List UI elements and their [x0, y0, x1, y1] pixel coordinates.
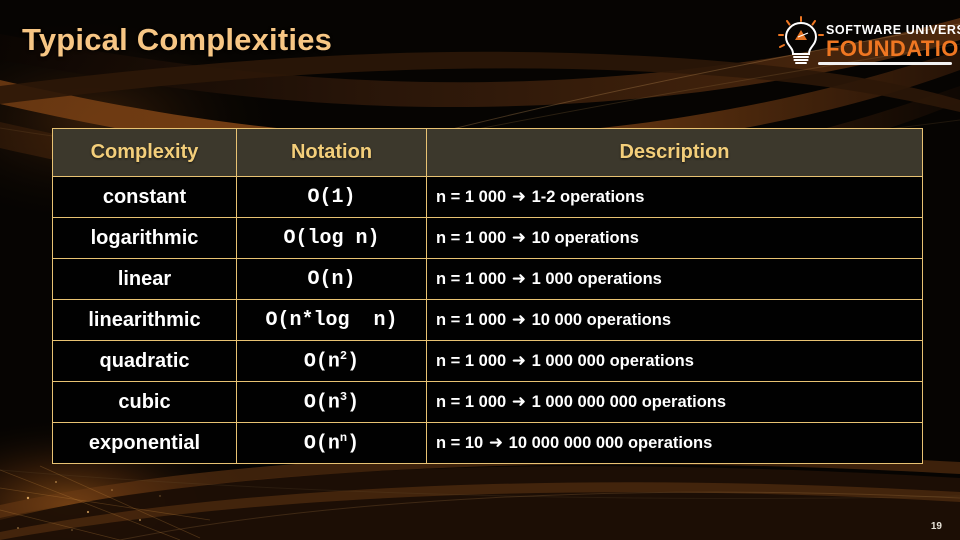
cell-notation: O(n*log n): [236, 299, 427, 341]
cell-description: n = 1 000 ➜ 10 000 operations: [426, 299, 923, 341]
logo-underline: [818, 62, 952, 65]
table-body: constant O(1) n = 1 000 ➜ 1-2 operations lo…: [52, 176, 923, 464]
column-header-description: Description: [426, 128, 923, 177]
notation-exponent: n: [339, 430, 348, 445]
cell-complexity: cubic: [52, 381, 237, 423]
description-prefix: n = 1 000: [436, 188, 511, 206]
right-arrow-icon: ➜: [511, 187, 527, 207]
table-row: quadratic O(n2) n = 1 000 ➜ 1 000 000 oper…: [52, 340, 923, 382]
notation-exponent: 2: [339, 348, 348, 363]
page-title: Typical Complexities: [22, 22, 333, 57]
description-suffix: 10 operations: [527, 229, 639, 247]
cell-complexity: linear: [52, 258, 237, 300]
table-row: exponential O(nn) n = 10 ➜ 10 000 000 000 …: [52, 422, 923, 464]
table-row: logarithmic O(log n) n = 1 000 ➜ 10 operat…: [52, 217, 923, 259]
table-row: cubic O(n3) n = 1 000 ➜ 1 000 000 000 oper…: [52, 381, 923, 423]
cell-description: n = 1 000 ➜ 1-2 operations: [426, 176, 923, 218]
cell-notation: O(1): [236, 176, 427, 218]
right-arrow-icon: ➜: [511, 228, 527, 248]
cell-notation: O(nn): [236, 422, 427, 464]
cell-description: n = 1 000 ➜ 10 operations: [426, 217, 923, 259]
cell-complexity: exponential: [52, 422, 237, 464]
right-arrow-icon: ➜: [511, 269, 527, 289]
right-arrow-icon: ➜: [511, 310, 527, 330]
table-header-row: Complexity Notation Description: [52, 128, 923, 177]
cell-complexity: linearithmic: [52, 299, 237, 341]
cell-notation: O(n): [236, 258, 427, 300]
description-suffix: 1 000 000 000 operations: [527, 393, 727, 411]
lightbulb-icon: [778, 16, 824, 64]
notation-base: O(n: [303, 432, 340, 456]
cell-notation: O(log n): [236, 217, 427, 259]
description-prefix: n = 1 000: [436, 311, 511, 329]
cell-description: n = 1 000 ➜ 1 000 000 operations: [426, 340, 923, 382]
cell-notation: O(n3): [236, 381, 427, 423]
typical-complexities-table: Complexity Notation Description constant…: [52, 128, 923, 464]
column-header-complexity: Complexity: [52, 128, 237, 177]
description-suffix: 1 000 operations: [527, 270, 662, 288]
cell-complexity: logarithmic: [52, 217, 237, 259]
description-prefix: n = 1 000: [436, 270, 511, 288]
logo-line-foundation: FOUNDATION: [826, 35, 960, 61]
cell-description: n = 1 000 ➜ 1 000 000 000 operations: [426, 381, 923, 423]
notation-tail: ): [347, 432, 360, 456]
logo-line-software-university: SOFTWARE UNIVERSITY: [826, 22, 960, 37]
description-suffix: 1 000 000 operations: [527, 352, 694, 370]
notation-base: O(n: [303, 391, 340, 415]
slide-canvas: Typical Complexities SOFTWARE UNIVERSITY: [0, 0, 960, 540]
description-suffix: 10 000 operations: [527, 311, 671, 329]
page-number: 19: [930, 521, 942, 532]
cell-description: n = 1 000 ➜ 1 000 operations: [426, 258, 923, 300]
notation-base: O(n: [303, 350, 340, 374]
software-university-foundation-logo: SOFTWARE UNIVERSITY FOUNDATION: [778, 12, 960, 70]
notation-exponent: 3: [339, 389, 348, 404]
right-arrow-icon: ➜: [511, 392, 527, 412]
description-prefix: n = 1 000: [436, 229, 511, 247]
right-arrow-icon: ➜: [511, 351, 527, 371]
description-suffix: 10 000 000 000 operations: [504, 434, 713, 452]
description-prefix: n = 1 000: [436, 393, 511, 411]
description-prefix: n = 1 000: [436, 352, 511, 370]
cell-complexity: quadratic: [52, 340, 237, 382]
table-row: linear O(n) n = 1 000 ➜ 1 000 operations: [52, 258, 923, 300]
table-row: constant O(1) n = 1 000 ➜ 1-2 operations: [52, 176, 923, 218]
description-suffix: 1-2 operations: [527, 188, 645, 206]
cell-description: n = 10 ➜ 10 000 000 000 operations: [426, 422, 923, 464]
right-arrow-icon: ➜: [488, 433, 504, 453]
notation-tail: ): [347, 391, 360, 415]
column-header-notation: Notation: [236, 128, 427, 177]
notation-tail: ): [347, 350, 360, 374]
description-prefix: n = 10: [436, 434, 488, 452]
table-row: linearithmic O(n*log n) n = 1 000 ➜ 10 000…: [52, 299, 923, 341]
cell-notation: O(n2): [236, 340, 427, 382]
cell-complexity: constant: [52, 176, 237, 218]
